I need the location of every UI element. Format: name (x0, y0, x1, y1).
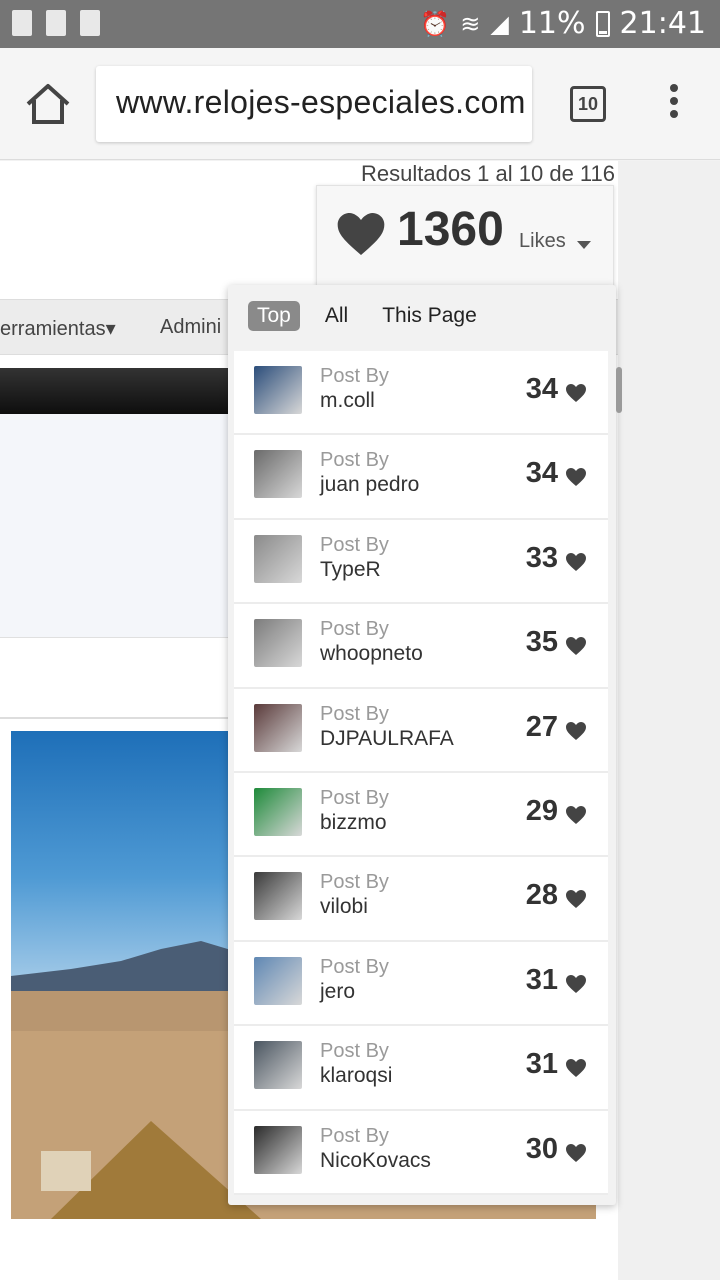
heart-icon (566, 468, 586, 487)
url-bar[interactable]: www.relojes-especiales.com (96, 66, 532, 142)
avatar[interactable] (254, 1125, 302, 1174)
like-count: 33 (525, 541, 558, 574)
likes-summary[interactable]: 1360 Likes (316, 185, 614, 295)
wifi-icon: ≋ (460, 9, 481, 38)
home-icon[interactable] (22, 78, 74, 130)
post-by-label: Post By (320, 365, 389, 387)
list-item[interactable]: Post By m.coll 34 (234, 351, 608, 436)
list-item[interactable]: Post By juan pedro 34 (234, 435, 608, 520)
list-item[interactable]: Post By whoopneto 35 (234, 604, 608, 689)
username[interactable]: klaroqsi (320, 1064, 392, 1088)
username[interactable]: jero (320, 980, 355, 1004)
post-block (0, 414, 230, 638)
url-text: www.relojes-especiales.com (116, 84, 526, 120)
post-by-label: Post By (320, 1040, 389, 1063)
avatar[interactable] (254, 787, 302, 836)
heart-icon (566, 721, 586, 740)
list-item[interactable]: Post By vilobi 28 (234, 857, 608, 942)
post-by-label: Post By (320, 871, 389, 894)
nav-item-herramientas[interactable]: erramientas▾ (0, 316, 116, 341)
flipboard-icon (80, 10, 100, 36)
heart-icon (566, 1059, 586, 1078)
post-by-label: Post By (320, 1124, 389, 1147)
username[interactable]: TypeR (320, 558, 381, 582)
battery-percent: 11% (518, 6, 586, 41)
clock: 21:41 (619, 6, 706, 41)
heart-icon (566, 1143, 586, 1162)
heart-icon (566, 384, 586, 402)
scrollbar[interactable] (616, 367, 622, 413)
tab-switcher-button[interactable]: 10 (570, 86, 606, 122)
like-count: 34 (525, 373, 558, 405)
status-bar: ⏰ ≋ ◢ 11% 21:41 (0, 0, 720, 48)
username[interactable]: m.coll (320, 389, 375, 413)
tab-this-page[interactable]: This Page (373, 301, 486, 331)
battery-icon (595, 10, 610, 37)
avatar[interactable] (254, 619, 302, 668)
like-count: 29 (525, 794, 558, 827)
avatar[interactable] (254, 872, 302, 921)
avatar[interactable] (254, 450, 302, 499)
heart-icon (566, 974, 586, 993)
avatar[interactable] (254, 703, 302, 752)
list-item[interactable]: Post By TypeR 33 (234, 519, 608, 605)
page-side-band (618, 161, 720, 1280)
like-count: 35 (525, 626, 558, 659)
avatar[interactable] (254, 366, 302, 414)
username[interactable]: whoopneto (320, 642, 423, 666)
likes-list: Post By m.coll 34 Post By juan pedro 34 Post B… (234, 351, 608, 1195)
nav-item-admin[interactable]: Admini (160, 316, 221, 339)
username[interactable]: NicoKovacs (320, 1149, 431, 1173)
post-by-label: Post By (320, 786, 389, 809)
heart-icon (337, 213, 385, 255)
list-item[interactable]: Post By klaroqsi 31 (234, 1026, 608, 1111)
likes-dropdown: Top All This Page Post By m.coll 34 Post By… (228, 285, 616, 1205)
list-item[interactable]: Post By NicoKovacs 30 (234, 1110, 608, 1195)
divider (0, 717, 230, 719)
alert-icon (12, 10, 32, 36)
tab-all[interactable]: All (316, 301, 357, 331)
heart-icon (566, 637, 586, 656)
username[interactable]: DJPAULRAFA (320, 727, 454, 751)
avatar[interactable] (254, 956, 302, 1005)
browser-toolbar: www.relojes-especiales.com 10 (0, 48, 720, 160)
like-count: 30 (525, 1132, 558, 1165)
username[interactable]: bizzmo (320, 811, 387, 835)
username[interactable]: vilobi (320, 895, 368, 919)
thread-header-bar (0, 368, 230, 414)
alarm-icon: ⏰ (420, 9, 451, 38)
results-count: Resultados 1 al 10 de 116 (361, 161, 615, 186)
chevron-down-icon[interactable] (577, 241, 591, 249)
heart-icon (566, 552, 586, 571)
overflow-menu-icon[interactable] (662, 84, 686, 124)
like-count: 31 (525, 1048, 558, 1081)
like-count: 34 (525, 457, 558, 490)
username[interactable]: juan pedro (320, 473, 419, 497)
recycle-icon (46, 10, 66, 36)
avatar[interactable] (254, 1041, 302, 1090)
post-by-label: Post By (320, 449, 389, 472)
tab-top[interactable]: Top (248, 301, 300, 331)
post-by-label: Post By (320, 618, 389, 641)
post-by-label: Post By (320, 955, 389, 978)
like-count: 27 (525, 710, 558, 743)
list-item[interactable]: Post By bizzmo 29 (234, 772, 608, 858)
list-item[interactable]: Post By jero 31 (234, 941, 608, 1027)
likes-label: Likes (519, 230, 566, 252)
heart-icon (566, 805, 586, 824)
post-by-label: Post By (320, 533, 389, 556)
heart-icon (566, 890, 586, 909)
likes-total: 1360 (397, 203, 504, 256)
list-item[interactable]: Post By DJPAULRAFA 27 (234, 688, 608, 773)
like-count: 28 (525, 879, 558, 912)
post-by-label: Post By (320, 702, 389, 725)
signal-icon: ◢ (490, 9, 509, 38)
web-page: Resultados 1 al 10 de 116 erramientas▾ A… (0, 161, 720, 1280)
like-count: 31 (525, 963, 558, 996)
avatar[interactable] (254, 534, 302, 583)
